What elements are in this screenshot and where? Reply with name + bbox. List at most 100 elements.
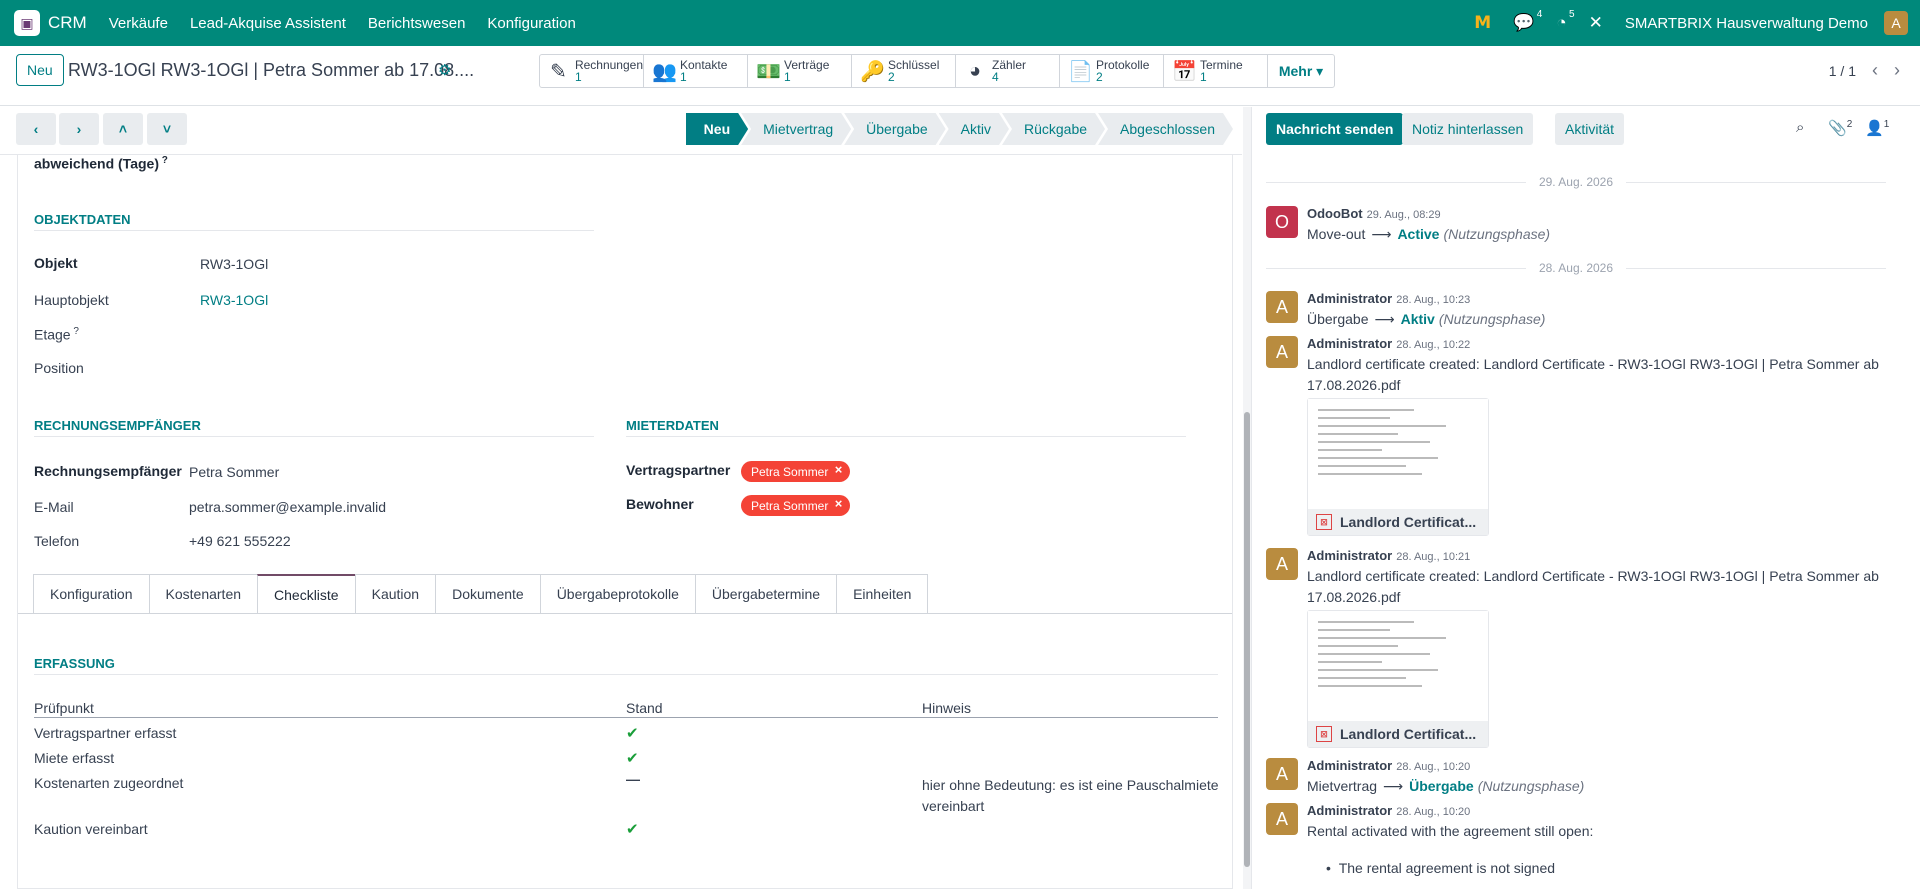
stage-mietvertrag[interactable]: Mietvertrag <box>741 113 851 145</box>
attachment-name[interactable]: ⊠ Landlord Certificat... <box>1308 721 1488 747</box>
log-note-button[interactable]: Notiz hinterlassen <box>1402 113 1534 145</box>
section-divider <box>626 436 1186 437</box>
gear-icon[interactable]: ⚙ <box>438 61 451 79</box>
avatar[interactable]: A <box>1266 758 1298 790</box>
check-icon: ✔ <box>626 725 639 742</box>
nav-left-icon[interactable]: ‹ <box>16 113 56 145</box>
form-scrollbar[interactable] <box>1243 107 1251 889</box>
tab-checkliste[interactable]: Checkliste <box>257 574 355 614</box>
notebook-tabs: Konfiguration Kostenarten Checkliste Kau… <box>33 574 929 614</box>
pager-value[interactable]: 1 / 1 <box>1829 63 1856 79</box>
hauptobjekt-link[interactable]: RW3-1OGl <box>200 292 268 308</box>
activity-button[interactable]: Aktivität <box>1555 113 1625 145</box>
more-button[interactable]: Mehr ▾ <box>1268 55 1334 87</box>
smart-button-protokolle[interactable]: 📄 Protokolle 2 <box>1060 55 1164 87</box>
message-author[interactable]: Administrator 28. Aug., 10:20 <box>1307 758 1470 773</box>
smart-label: Schlüssel <box>888 58 940 72</box>
new-button[interactable]: Neu <box>16 54 64 86</box>
smart-button-zaehler[interactable]: ◕ Zähler 4 <box>956 55 1060 87</box>
smart-button-vertraege[interactable]: 💵 Verträge 1 <box>748 55 852 87</box>
tab-dokumente[interactable]: Dokumente <box>435 574 540 614</box>
avatar[interactable]: A <box>1266 291 1298 323</box>
scrollbar-thumb[interactable] <box>1244 412 1250 867</box>
calendar-icon: 📅 <box>1172 60 1197 83</box>
telefon-value[interactable]: +49 621 555222 <box>189 533 291 549</box>
attachment-icon[interactable]: 📎2 <box>1828 119 1852 137</box>
app-name[interactable]: CRM <box>48 13 87 33</box>
tab-kostenarten[interactable]: Kostenarten <box>148 574 258 614</box>
stage-uebergabe[interactable]: Übergabe <box>844 113 946 145</box>
avatar[interactable]: A <box>1266 336 1298 368</box>
stage-aktiv[interactable]: Aktiv <box>939 113 1009 145</box>
avatar[interactable]: A <box>1266 548 1298 580</box>
message-author[interactable]: Administrator 28. Aug., 10:22 <box>1307 336 1470 351</box>
email-value[interactable]: petra.sommer@example.invalid <box>189 499 386 515</box>
smart-button-termine[interactable]: 📅 Termine 1 <box>1164 55 1268 87</box>
stage-neu[interactable]: Neu <box>686 113 748 145</box>
message-author[interactable]: Administrator 28. Aug., 10:20 <box>1307 803 1470 818</box>
menu-konfiguration[interactable]: Konfiguration <box>487 15 575 32</box>
attachment-card[interactable]: ⊠ Landlord Certificat... <box>1307 610 1489 748</box>
pager: 1 / 1 ‹ › <box>1829 60 1900 81</box>
pager-previous-icon[interactable]: ‹ <box>1872 60 1878 81</box>
separator-line <box>1266 182 1526 183</box>
objekt-label: Objekt <box>34 255 78 271</box>
nav-down-icon[interactable]: ˅ <box>147 113 187 145</box>
nav-up-icon[interactable]: ˄ <box>103 113 143 145</box>
tracking-to: Aktiv <box>1400 311 1435 327</box>
smart-count: 1 <box>1200 70 1207 84</box>
rechnung-value[interactable]: Petra Sommer <box>189 464 279 480</box>
brand-icon[interactable]: Ⅿ <box>1474 13 1491 33</box>
menu-verkaeufe[interactable]: Verkäufe <box>109 15 168 32</box>
stage-abgeschlossen[interactable]: Abgeschlossen <box>1098 113 1233 145</box>
user-avatar[interactable]: A <box>1884 11 1908 35</box>
hauptobjekt-label: Hauptobjekt <box>34 292 109 308</box>
avatar[interactable]: O <box>1266 206 1298 238</box>
tab-uebergabeprotokolle[interactable]: Übergabeprotokolle <box>539 574 695 614</box>
messages-icon[interactable]: 💬 4 <box>1513 9 1542 33</box>
stage-rueckgabe[interactable]: Rückgabe <box>1002 113 1105 145</box>
message-time: 28. Aug., 10:22 <box>1396 339 1471 351</box>
app-logo-icon[interactable]: ▣ <box>14 10 40 36</box>
smart-label: Rechnungen <box>574 58 643 72</box>
message-author[interactable]: Administrator 28. Aug., 10:21 <box>1307 548 1470 563</box>
attachment-preview <box>1308 399 1488 509</box>
attachments-count: 2 <box>1846 119 1853 130</box>
tab-divider <box>18 613 1232 614</box>
send-message-button[interactable]: Nachricht senden <box>1266 113 1404 145</box>
pager-next-icon[interactable]: › <box>1894 60 1900 81</box>
objekt-value[interactable]: RW3-1OGl <box>200 256 268 272</box>
author-name: Administrator <box>1307 336 1393 351</box>
author-name: Administrator <box>1307 291 1393 306</box>
gauge-icon: ◕ <box>968 59 982 82</box>
avatar[interactable]: A <box>1266 803 1298 835</box>
tab-einheiten[interactable]: Einheiten <box>836 574 929 614</box>
smart-button-schluessel[interactable]: 🔑 Schlüssel 2 <box>852 55 956 87</box>
message-body: Mietvertrag ⟶ Übergabe (Nutzungsphase) <box>1307 776 1887 797</box>
tab-kaution[interactable]: Kaution <box>354 574 436 614</box>
attachment-name[interactable]: ⊠ Landlord Certificat... <box>1308 509 1488 535</box>
tracking-phase: (Nutzungsphase) <box>1438 311 1546 327</box>
tab-uebergabetermine[interactable]: Übergabetermine <box>694 574 837 614</box>
smart-button-kontakte[interactable]: 👥 Kontakte 1 <box>644 55 748 87</box>
followers-icon[interactable]: 👤1 <box>1865 119 1889 137</box>
search-icon[interactable]: ⌕ <box>1796 119 1804 136</box>
tools-icon[interactable]: ✕ <box>1589 13 1603 33</box>
table-row-item: Vertragspartner erfasst <box>34 725 177 741</box>
company-switcher[interactable]: SMARTBRIX Hausverwaltung Demo <box>1625 15 1868 32</box>
message-author[interactable]: Administrator 28. Aug., 10:23 <box>1307 291 1470 306</box>
smart-button-rechnungen[interactable]: ✎ Rechnungen 1 <box>540 55 644 87</box>
tag-remove-icon[interactable]: × <box>835 496 843 511</box>
tag-remove-icon[interactable]: × <box>835 462 843 477</box>
bewohner-tag[interactable]: Petra Sommer × <box>741 495 851 516</box>
nav-right-icon[interactable]: › <box>59 113 99 145</box>
menu-berichtswesen[interactable]: Berichtswesen <box>368 15 466 32</box>
message-time: 28. Aug., 10:20 <box>1396 806 1471 818</box>
etage-label: Etage ? <box>34 326 79 343</box>
tab-konfiguration[interactable]: Konfiguration <box>33 574 149 614</box>
message-author[interactable]: OdooBot 29. Aug., 08:29 <box>1307 206 1441 221</box>
attachment-card[interactable]: ⊠ Landlord Certificat... <box>1307 398 1489 536</box>
menu-lead-akquise[interactable]: Lead-Akquise Assistent <box>190 15 346 32</box>
vertragspartner-tag[interactable]: Petra Sommer × <box>741 461 851 482</box>
activities-icon[interactable]: ◔ 5 <box>1556 9 1574 33</box>
